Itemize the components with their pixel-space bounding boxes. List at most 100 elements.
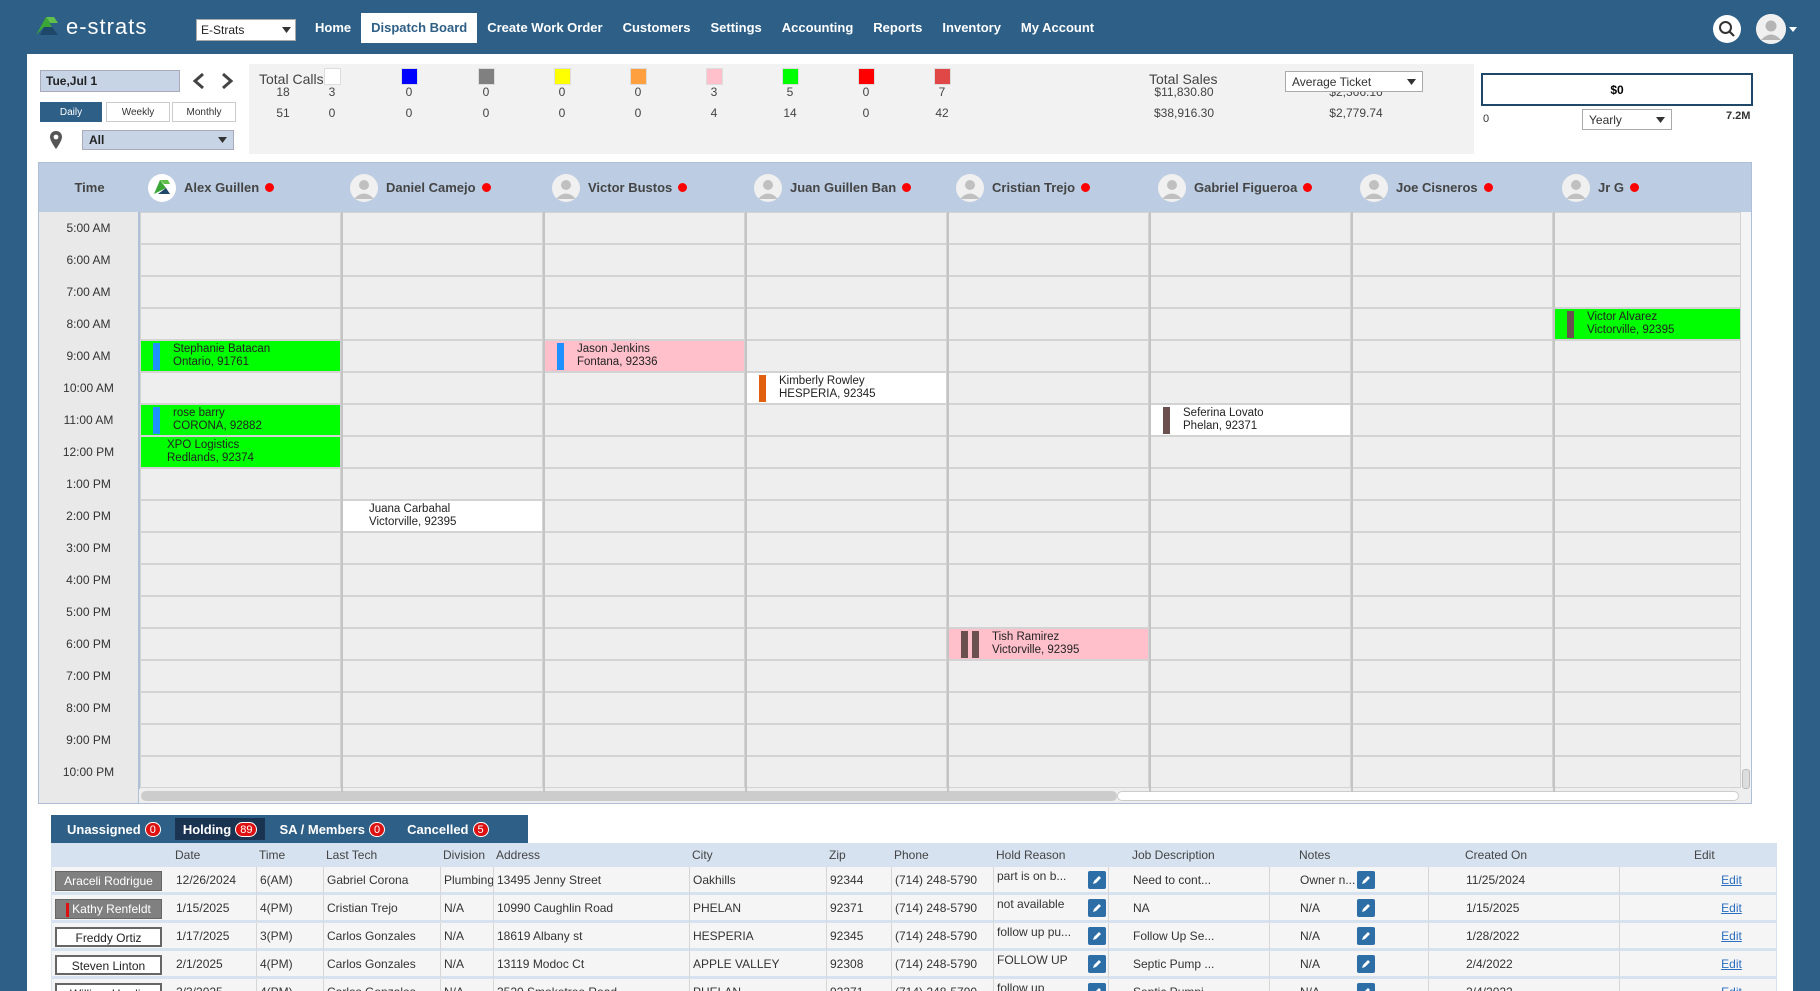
schedule-cell[interactable] xyxy=(1150,308,1351,340)
schedule-cell[interactable] xyxy=(1554,244,1741,276)
schedule-cell[interactable] xyxy=(544,692,745,724)
schedule-cell[interactable] xyxy=(342,212,543,244)
schedule-cell[interactable] xyxy=(544,596,745,628)
schedule-cell[interactable] xyxy=(140,692,341,724)
edit-pencil-button[interactable] xyxy=(1357,955,1375,973)
edit-pencil-button[interactable] xyxy=(1088,899,1106,917)
scrollbar-track[interactable] xyxy=(1117,791,1739,801)
schedule-cell[interactable] xyxy=(544,436,745,468)
schedule-cell[interactable] xyxy=(342,404,543,436)
menu-item-customers[interactable]: Customers xyxy=(613,13,701,43)
schedule-cell[interactable] xyxy=(746,500,947,532)
edit-pencil-button[interactable] xyxy=(1088,955,1106,973)
cell-edit[interactable]: Edit xyxy=(1690,979,1770,991)
schedule-cell[interactable] xyxy=(140,564,341,596)
edit-link[interactable]: Edit xyxy=(1721,985,1742,991)
schedule-cell[interactable] xyxy=(544,404,745,436)
schedule-cell[interactable] xyxy=(342,564,543,596)
edit-pencil-button[interactable] xyxy=(1088,927,1106,945)
menu-item-settings[interactable]: Settings xyxy=(700,13,771,43)
table-row[interactable]: William Hardin 2/3/2025 4(PM) Carlos Gonzal… xyxy=(52,979,1776,991)
edit-pencil-button[interactable] xyxy=(1357,983,1375,991)
schedule-cell[interactable] xyxy=(1352,404,1553,436)
appointment-card[interactable]: XPO Logistics Redlands, 92374 xyxy=(141,437,340,467)
schedule-cell[interactable] xyxy=(1150,564,1351,596)
cell-edit[interactable]: Edit xyxy=(1690,867,1770,894)
schedule-cell[interactable] xyxy=(1352,564,1553,596)
schedule-cell[interactable] xyxy=(746,244,947,276)
schedule-cell[interactable] xyxy=(544,372,745,404)
column-header[interactable]: Created On xyxy=(1465,845,1527,865)
schedule-cell[interactable] xyxy=(140,660,341,692)
menu-item-dispatch-board[interactable]: Dispatch Board xyxy=(361,13,478,43)
appointment-card[interactable]: Jason Jenkins Fontana, 92336 xyxy=(545,341,744,371)
schedule-cell[interactable] xyxy=(544,756,745,788)
column-header[interactable]: Edit xyxy=(1694,845,1715,865)
edit-pencil-button[interactable] xyxy=(1088,871,1106,889)
prev-date-button[interactable] xyxy=(190,70,208,92)
appointment-card[interactable]: Seferina Lovato Phelan, 92371 xyxy=(1151,405,1350,435)
schedule-cell[interactable] xyxy=(1150,628,1351,660)
menu-item-home[interactable]: Home xyxy=(305,13,361,43)
schedule-cell[interactable] xyxy=(544,500,745,532)
schedule-cell[interactable] xyxy=(544,724,745,756)
column-header[interactable]: Phone xyxy=(894,845,929,865)
schedule-cell[interactable] xyxy=(746,628,947,660)
tech-column-header[interactable]: Juan Guillen Ban xyxy=(746,163,947,212)
schedule-cell[interactable] xyxy=(1554,340,1741,372)
schedule-cell[interactable] xyxy=(1150,532,1351,564)
schedule-cell[interactable] xyxy=(1150,340,1351,372)
appointment-card[interactable]: Victor Alvarez Victorville, 92395 xyxy=(1555,309,1740,339)
average-ticket-select[interactable]: Average Ticket xyxy=(1285,71,1423,92)
column-header[interactable]: Job Description xyxy=(1132,845,1215,865)
appointment-card[interactable]: Kimberly Rowley HESPERIA, 92345 xyxy=(747,373,946,403)
date-field[interactable]: Tue,Jul 1 xyxy=(40,70,180,92)
schedule-cell[interactable] xyxy=(948,404,1149,436)
schedule-cell[interactable] xyxy=(140,212,341,244)
schedule-cell[interactable] xyxy=(1150,436,1351,468)
schedule-cell[interactable] xyxy=(1554,724,1741,756)
search-button[interactable] xyxy=(1713,15,1741,43)
schedule-cell[interactable] xyxy=(1554,212,1741,244)
schedule-cell[interactable] xyxy=(746,564,947,596)
schedule-cell[interactable] xyxy=(1150,244,1351,276)
menu-item-create-work-order[interactable]: Create Work Order xyxy=(477,13,612,43)
edit-link[interactable]: Edit xyxy=(1721,873,1742,887)
app-logo[interactable]: e-strats xyxy=(32,14,147,40)
appointment-card[interactable]: rose barry CORONA, 92882 xyxy=(141,405,340,435)
schedule-cell[interactable] xyxy=(746,532,947,564)
schedule-cell[interactable] xyxy=(1352,628,1553,660)
customer-name-badge[interactable]: Kathy Renfeldt xyxy=(55,899,162,919)
table-row[interactable]: Steven Linton 2/1/2025 4(PM) Carlos Gonzale… xyxy=(52,951,1776,978)
schedule-cell[interactable] xyxy=(948,724,1149,756)
schedule-cell[interactable] xyxy=(1352,756,1553,788)
schedule-cell[interactable] xyxy=(948,500,1149,532)
edit-link[interactable]: Edit xyxy=(1721,957,1742,971)
cell-edit[interactable]: Edit xyxy=(1690,951,1770,978)
tech-column-header[interactable]: Joe Cisneros xyxy=(1352,163,1553,212)
schedule-cell[interactable] xyxy=(1352,660,1553,692)
schedule-cell[interactable] xyxy=(948,244,1149,276)
appointment-card[interactable]: Tish Ramirez Victorville, 92395 xyxy=(949,629,1148,659)
schedule-cell[interactable] xyxy=(342,628,543,660)
schedule-cell[interactable] xyxy=(746,468,947,500)
schedule-cell[interactable] xyxy=(948,308,1149,340)
schedule-cell[interactable] xyxy=(1352,532,1553,564)
schedule-cell[interactable] xyxy=(948,468,1149,500)
column-header[interactable]: Date xyxy=(175,845,200,865)
next-date-button[interactable] xyxy=(218,70,236,92)
customer-name-badge[interactable]: William Hardin xyxy=(55,983,162,991)
menu-item-reports[interactable]: Reports xyxy=(863,13,932,43)
menu-item-inventory[interactable]: Inventory xyxy=(932,13,1011,43)
schedule-cell[interactable] xyxy=(342,468,543,500)
edit-link[interactable]: Edit xyxy=(1721,901,1742,915)
schedule-cell[interactable] xyxy=(948,532,1149,564)
schedule-cell[interactable] xyxy=(948,692,1149,724)
edit-link[interactable]: Edit xyxy=(1721,929,1742,943)
schedule-cell[interactable] xyxy=(1352,468,1553,500)
schedule-cell[interactable] xyxy=(1150,276,1351,308)
customer-name-badge[interactable]: Freddy Ortiz xyxy=(55,927,162,947)
column-header[interactable]: Division xyxy=(443,845,485,865)
schedule-cell[interactable] xyxy=(1554,660,1741,692)
schedule-cell[interactable] xyxy=(342,532,543,564)
